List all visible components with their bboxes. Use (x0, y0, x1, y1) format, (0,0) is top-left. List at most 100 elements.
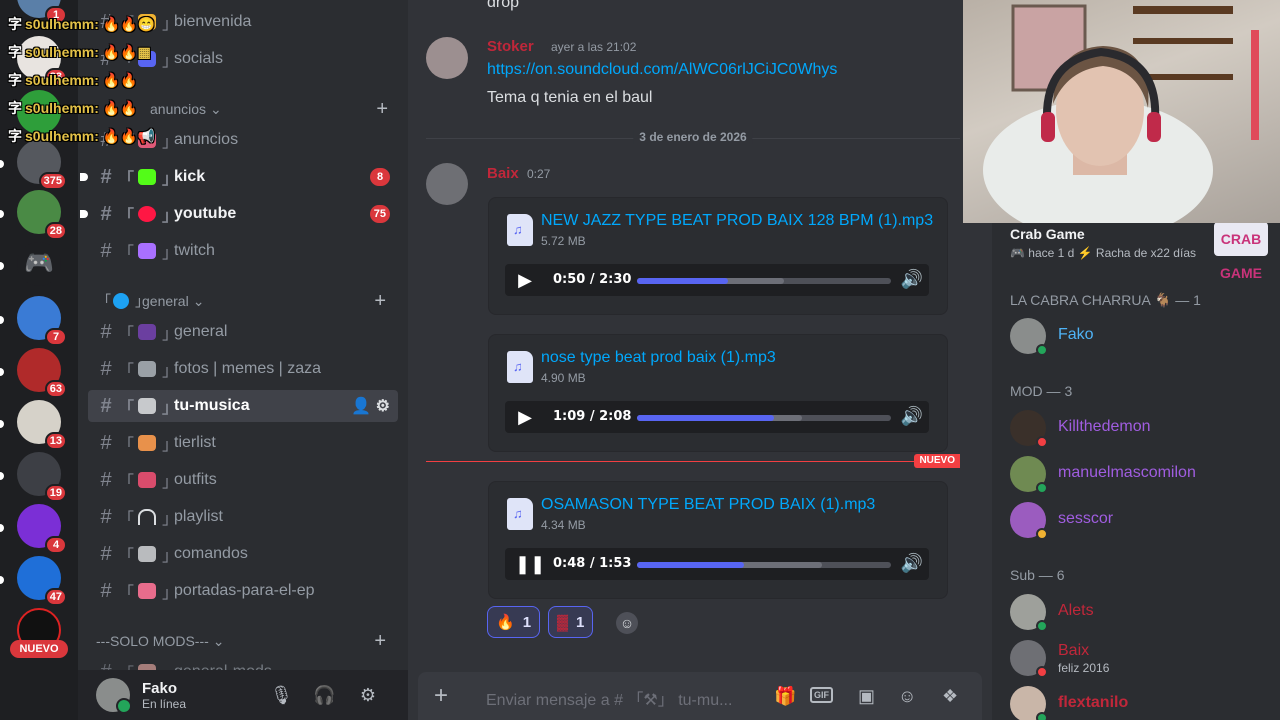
message-author[interactable]: Baix (487, 165, 519, 182)
audio-player: ▶ 1:09 / 2:08 🔊 (505, 401, 929, 433)
category-label: ---SOLO MODS--- (96, 633, 209, 649)
reaction-fire[interactable]: 🔥 1 (487, 606, 541, 638)
add-channel-icon[interactable]: + (374, 290, 386, 313)
channel-portadas[interactable]: # ｢ ｣ portadas-para-el-ep (88, 575, 398, 607)
upload-plus-icon[interactable]: + (434, 682, 448, 710)
member-item[interactable]: Fako (1002, 314, 1272, 358)
seek-bar[interactable] (637, 415, 891, 421)
message-timestamp: 0:27 (527, 167, 551, 181)
server-icon[interactable]: 13 (17, 400, 67, 450)
attachment-name[interactable]: OSAMASON TYPE BEAT PROD BAIX (1).mp3 (541, 496, 875, 514)
message-link[interactable]: https://on.soundcloud.com/AlWC06rlJCiJC0… (487, 61, 837, 79)
channel-tu-musica[interactable]: # ｢ ｣ tu-musica 👤 ⚙ (88, 390, 398, 422)
bracket: ｣ (162, 511, 171, 528)
sticker-icon[interactable]: ▣ (858, 686, 875, 707)
avatar[interactable] (426, 37, 468, 79)
add-channel-icon[interactable]: + (376, 98, 388, 121)
hash-icon: # (100, 320, 112, 343)
overlay-symbol: 字 (8, 72, 22, 88)
channel-outfits[interactable]: # ｢ ｣ outfits (88, 464, 398, 496)
online-status-icon (1036, 712, 1048, 720)
member-item[interactable]: Baix feliz 2016 (1002, 636, 1272, 680)
add-reaction-icon[interactable]: ☺ (616, 612, 638, 634)
user-panel: Fako En línea 🎙 🎧 ⚙ (78, 670, 408, 720)
channel-label: anuncios (174, 131, 239, 148)
gear-icon[interactable]: ⚙ (357, 684, 379, 706)
overlay-text: s0ulhemm: 🔥🔥😁 (25, 16, 156, 32)
seek-bar[interactable] (637, 278, 891, 284)
category-general[interactable]: ｢ ｣ general ⌄ + (104, 290, 404, 313)
member-item[interactable]: Alets (1002, 590, 1272, 634)
server-badge: 13 (44, 432, 67, 450)
add-channel-icon[interactable]: + (374, 630, 386, 653)
avatar[interactable] (96, 678, 132, 714)
server-icon[interactable]: 63 (17, 348, 67, 398)
pause-icon[interactable]: ❚❚ (515, 554, 545, 575)
activity-card[interactable]: Crab Game 🎮 hace 1 d ⚡ Racha de x22 días… (1002, 222, 1276, 281)
microphone-icon[interactable]: 🎙 (270, 684, 293, 706)
message-composer: + Enviar mensaje a # 「⚒」 tu-mu... 🎁 GIF … (418, 672, 982, 720)
member-item[interactable]: sesscor (1002, 498, 1272, 542)
channel-fotos[interactable]: # ｢ ｣ fotos | memes | zaza (88, 353, 398, 385)
attachment-name[interactable]: NEW JAZZ TYPE BEAT PROD BAIX 128 BPM (1)… (541, 212, 933, 230)
avatar[interactable] (426, 163, 468, 205)
emoji-icon (138, 324, 157, 340)
new-unreads-pill[interactable]: NUEVO (10, 640, 68, 658)
member-item[interactable]: manuelmascomilon (1002, 452, 1272, 496)
idle-status-icon (1036, 528, 1048, 540)
message-author[interactable]: Stoker (487, 38, 534, 55)
activity-title: Crab Game (1010, 226, 1085, 242)
volume-icon[interactable]: 🔊 (901, 553, 923, 574)
channel-playlist[interactable]: # ｢ ｣ playlist (88, 501, 398, 533)
bracket: ｣ (135, 293, 142, 309)
member-name: Alets (1058, 602, 1094, 619)
server-icon[interactable]: 28 (17, 190, 67, 240)
volume-icon[interactable]: 🔊 (901, 406, 923, 427)
server-icon[interactable]: 4 (17, 504, 67, 554)
channel-twitch[interactable]: # ｢ ｣ twitch (88, 235, 398, 267)
category-mods[interactable]: ---SOLO MODS--- ⌄ + (96, 630, 396, 653)
user-name: Fako (142, 679, 178, 697)
unread-dot (80, 210, 88, 218)
unread-pill (0, 210, 4, 218)
play-icon[interactable]: ▶ (515, 407, 535, 428)
channel-tierlist[interactable]: # ｢ ｣ tierlist (88, 427, 398, 459)
category-anuncios[interactable]: anuncios ⌄ + (150, 98, 398, 121)
gif-icon[interactable]: GIF (810, 687, 833, 703)
seek-bar[interactable] (637, 562, 891, 568)
channel-youtube[interactable]: # ｢ ｣ youtube 75 (80, 198, 398, 230)
hash-icon: # (100, 468, 112, 491)
play-icon[interactable]: ▶ (515, 270, 535, 291)
member-item[interactable]: Killthedemon (1002, 406, 1272, 450)
gift-icon[interactable]: 🎁 (774, 686, 796, 707)
server-icon[interactable]: 7 (17, 296, 67, 346)
gear-icon[interactable]: ⚙ (376, 398, 390, 415)
server-icon[interactable]: 47 (17, 556, 67, 606)
unread-pill (0, 420, 4, 428)
server-badge: 47 (44, 588, 67, 606)
channel-kick[interactable]: # ｢ ｣ kick 8 (80, 161, 398, 193)
channel-label: kick (174, 168, 206, 185)
emoji-picker-icon[interactable]: ☺ (898, 686, 916, 707)
hash-icon: # (100, 542, 112, 565)
channel-general[interactable]: # ｢ ｣ general (88, 316, 398, 348)
user-names[interactable]: Fako En línea (142, 680, 186, 711)
member-name: flextanilo (1058, 694, 1129, 711)
message-input[interactable]: Enviar mensaje a # 「⚒」 tu-mu... (486, 686, 732, 710)
server-icon[interactable]: 375 (17, 140, 67, 190)
attachment-name[interactable]: nose type beat prod baix (1).mp3 (541, 349, 776, 367)
headphones-icon[interactable]: 🎧 (313, 684, 335, 706)
hash-icon: # (100, 394, 112, 417)
apps-icon[interactable]: ❖ (942, 686, 958, 707)
message-text: Tema q tenia en el baul (487, 89, 653, 106)
reaction-custom[interactable]: ▓ 1 (548, 606, 594, 638)
channel-comandos[interactable]: # ｢ ｣ comandos (88, 538, 398, 570)
server-icon[interactable]: 19 (17, 452, 67, 502)
volume-icon[interactable]: 🔊 (901, 269, 923, 290)
gamepad-icon[interactable]: 🎮 (17, 242, 61, 286)
soundcloud-link[interactable]: https://on.soundcloud.com/AlWC06rlJCiJC0… (487, 61, 837, 78)
member-item[interactable]: flextanilo (1002, 682, 1272, 720)
online-status-icon (1036, 482, 1048, 494)
channel-label: general (174, 323, 228, 340)
add-member-icon[interactable]: 👤 (351, 398, 371, 415)
